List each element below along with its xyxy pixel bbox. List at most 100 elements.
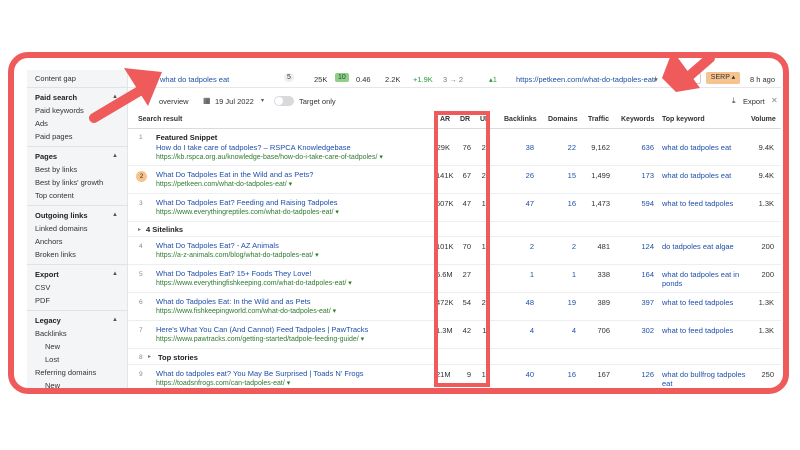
result-title[interactable]: What Do Tadpoles Eat in the Wild and as … — [156, 170, 313, 179]
top-keyword[interactable]: what to feed tadpoles — [662, 199, 752, 208]
domains-value[interactable]: 19 — [560, 298, 576, 307]
arrow-left-annotation — [89, 68, 162, 123]
sidebar-item-ads[interactable]: Ads — [35, 119, 48, 128]
sidebar-item-csv[interactable]: CSV — [35, 283, 50, 292]
keywords-value[interactable]: 164 — [636, 270, 654, 279]
backlinks-value[interactable]: 4 — [518, 326, 534, 335]
sidebar-item-best-by-links-growth[interactable]: Best by links' growth — [35, 178, 103, 187]
caret-up-icon[interactable]: ▲ — [112, 153, 118, 159]
traffic-value: 167 — [597, 370, 610, 379]
top-keyword[interactable]: do tadpoles eat algae — [662, 242, 752, 251]
backlinks-value[interactable]: 38 — [518, 143, 534, 152]
col-domains[interactable]: Domains — [548, 116, 578, 123]
keywords-value[interactable]: 594 — [636, 199, 654, 208]
backlinks-value[interactable]: 2 — [518, 242, 534, 251]
position-number: 1 — [139, 134, 143, 141]
top-keyword[interactable]: what do tadpoles eat in ponds — [662, 270, 752, 288]
volume-value: 250 — [761, 370, 774, 379]
volume-value: 9.4K — [758, 143, 774, 152]
sidebar-item-top-content[interactable]: Top content — [35, 191, 74, 200]
top-keyword[interactable]: what to feed tadpoles — [662, 326, 752, 335]
top-keyword[interactable]: what do bullfrog tadpoles eat — [662, 370, 752, 388]
result-url[interactable]: https://toadsnfrogs.com/can-tadpoles-eat… — [156, 379, 290, 387]
result-title[interactable]: What Do Tadpoles Eat? 15+ Foods They Lov… — [156, 269, 311, 278]
top-keyword[interactable]: what do tadpoles eat — [662, 143, 752, 152]
sidebar-item-backlinks[interactable]: Backlinks — [35, 329, 67, 338]
sidebar-item-backlinks-new[interactable]: New — [45, 342, 60, 351]
date-select[interactable]: 19 Jul 2022 — [215, 97, 254, 106]
sidebar-item-referring-domains[interactable]: Referring domains — [35, 368, 96, 377]
domains-value[interactable]: 2 — [560, 242, 576, 251]
sidebar-item-pdf[interactable]: PDF — [35, 296, 50, 305]
export-icon[interactable]: ⤓ — [732, 96, 736, 106]
target-only-label: Target only — [299, 97, 336, 106]
col-backlinks[interactable]: Backlinks — [504, 116, 537, 123]
domains-value[interactable]: 22 — [560, 143, 576, 152]
result-url[interactable]: https://www.everythingreptiles.com/what-… — [156, 208, 339, 216]
result-title[interactable]: Here's What You Can (And Cannot) Feed Ta… — [156, 325, 368, 334]
result-title[interactable]: What Do Tadpoles Eat? Feeding and Raisin… — [156, 198, 338, 207]
caret-up-icon[interactable]: ▲ — [112, 212, 118, 218]
result-url[interactable]: https://petkeen.com/what-do-tadpoles-eat… — [156, 180, 292, 188]
sidebar-item-best-by-links[interactable]: Best by links — [35, 165, 77, 174]
keywords-value[interactable]: 126 — [636, 370, 654, 379]
sidebar-section-paid-search[interactable]: Paid search — [35, 93, 77, 102]
caret-up-icon[interactable]: ▲ — [112, 271, 118, 277]
calendar-icon[interactable]: ▦ — [203, 96, 211, 105]
keyword-link[interactable]: what do tadpoles eat — [160, 75, 229, 84]
position-delta: ▴1 — [489, 75, 497, 84]
result-title[interactable]: What do Tadpoles Eat: In the Wild and as… — [156, 297, 311, 306]
close-icon[interactable]: ✕ — [771, 96, 778, 105]
sidebar-section-legacy[interactable]: Legacy — [35, 316, 61, 325]
keywords-value[interactable]: 124 — [636, 242, 654, 251]
sidebar-section-export[interactable]: Export — [35, 270, 59, 279]
result-title[interactable]: How do I take care of tadpoles? – RSPCA … — [156, 143, 351, 152]
domains-value[interactable]: 4 — [560, 326, 576, 335]
sidebar-item-anchors[interactable]: Anchors — [35, 237, 63, 246]
result-url[interactable]: https://www.everythingfishkeeping.com/wh… — [156, 279, 352, 287]
domains-value[interactable]: 15 — [560, 171, 576, 180]
col-volume[interactable]: Volume — [751, 116, 776, 123]
result-title[interactable]: What Do Tadpoles Eat? - AZ Animals — [156, 241, 279, 250]
sidebar-item-referring-new[interactable]: New — [45, 381, 60, 388]
chevron-right-icon[interactable]: ▸ — [138, 226, 141, 233]
sidebar-item-paid-keywords[interactable]: Paid keywords — [35, 106, 84, 115]
top-stories-toggle[interactable]: Top stories — [158, 353, 198, 362]
backlinks-value[interactable]: 47 — [518, 199, 534, 208]
result-url[interactable]: https://a-z-animals.com/blog/what-do-tad… — [156, 251, 319, 259]
target-only-toggle[interactable] — [274, 96, 294, 106]
result-title[interactable]: What do tadpoles eat? You May Be Surpris… — [156, 369, 364, 378]
sidebar-item-content-gap[interactable]: Content gap — [35, 74, 76, 83]
keywords-value[interactable]: 173 — [636, 171, 654, 180]
sidebar-item-linked-domains[interactable]: Linked domains — [35, 224, 88, 233]
domains-value[interactable]: 1 — [560, 270, 576, 279]
backlinks-value[interactable]: 26 — [518, 171, 534, 180]
domains-value[interactable]: 16 — [560, 370, 576, 379]
sidebar-item-broken-links[interactable]: Broken links — [35, 250, 76, 259]
export-button[interactable]: Export — [743, 97, 765, 106]
traffic-value: 1,499 — [591, 171, 610, 180]
domains-value[interactable]: 16 — [560, 199, 576, 208]
sitelinks-toggle[interactable]: 4 Sitelinks — [146, 225, 183, 234]
keywords-value[interactable]: 636 — [636, 143, 654, 152]
result-url[interactable]: https://www.fishkeepingworld.com/what-do… — [156, 307, 336, 315]
sidebar-item-paid-pages[interactable]: Paid pages — [35, 132, 73, 141]
chevron-down-icon[interactable]: ▾ — [261, 97, 264, 104]
top-keyword[interactable]: what do tadpoles eat — [662, 171, 752, 180]
col-traffic[interactable]: Traffic — [588, 116, 609, 123]
caret-up-icon[interactable]: ▲ — [112, 317, 118, 323]
traffic-value: 481 — [597, 242, 610, 251]
chevron-right-icon[interactable]: ▸ — [148, 353, 151, 360]
sidebar-item-backlinks-lost[interactable]: Lost — [45, 355, 59, 364]
backlinks-value[interactable]: 40 — [518, 370, 534, 379]
result-url[interactable]: https://www.pawtracks.com/getting-starte… — [156, 335, 364, 343]
keywords-value[interactable]: 302 — [636, 326, 654, 335]
sidebar-section-outgoing-links[interactable]: Outgoing links — [35, 211, 88, 220]
top-keyword[interactable]: what to feed tadpoles — [662, 298, 752, 307]
sidebar-section-pages[interactable]: Pages — [35, 152, 57, 161]
backlinks-value[interactable]: 1 — [518, 270, 534, 279]
backlinks-value[interactable]: 48 — [518, 298, 534, 307]
dr-ur-highlight-box — [434, 111, 490, 387]
result-url[interactable]: https://kb.rspca.org.au/knowledge-base/h… — [156, 153, 383, 161]
keywords-value[interactable]: 397 — [636, 298, 654, 307]
